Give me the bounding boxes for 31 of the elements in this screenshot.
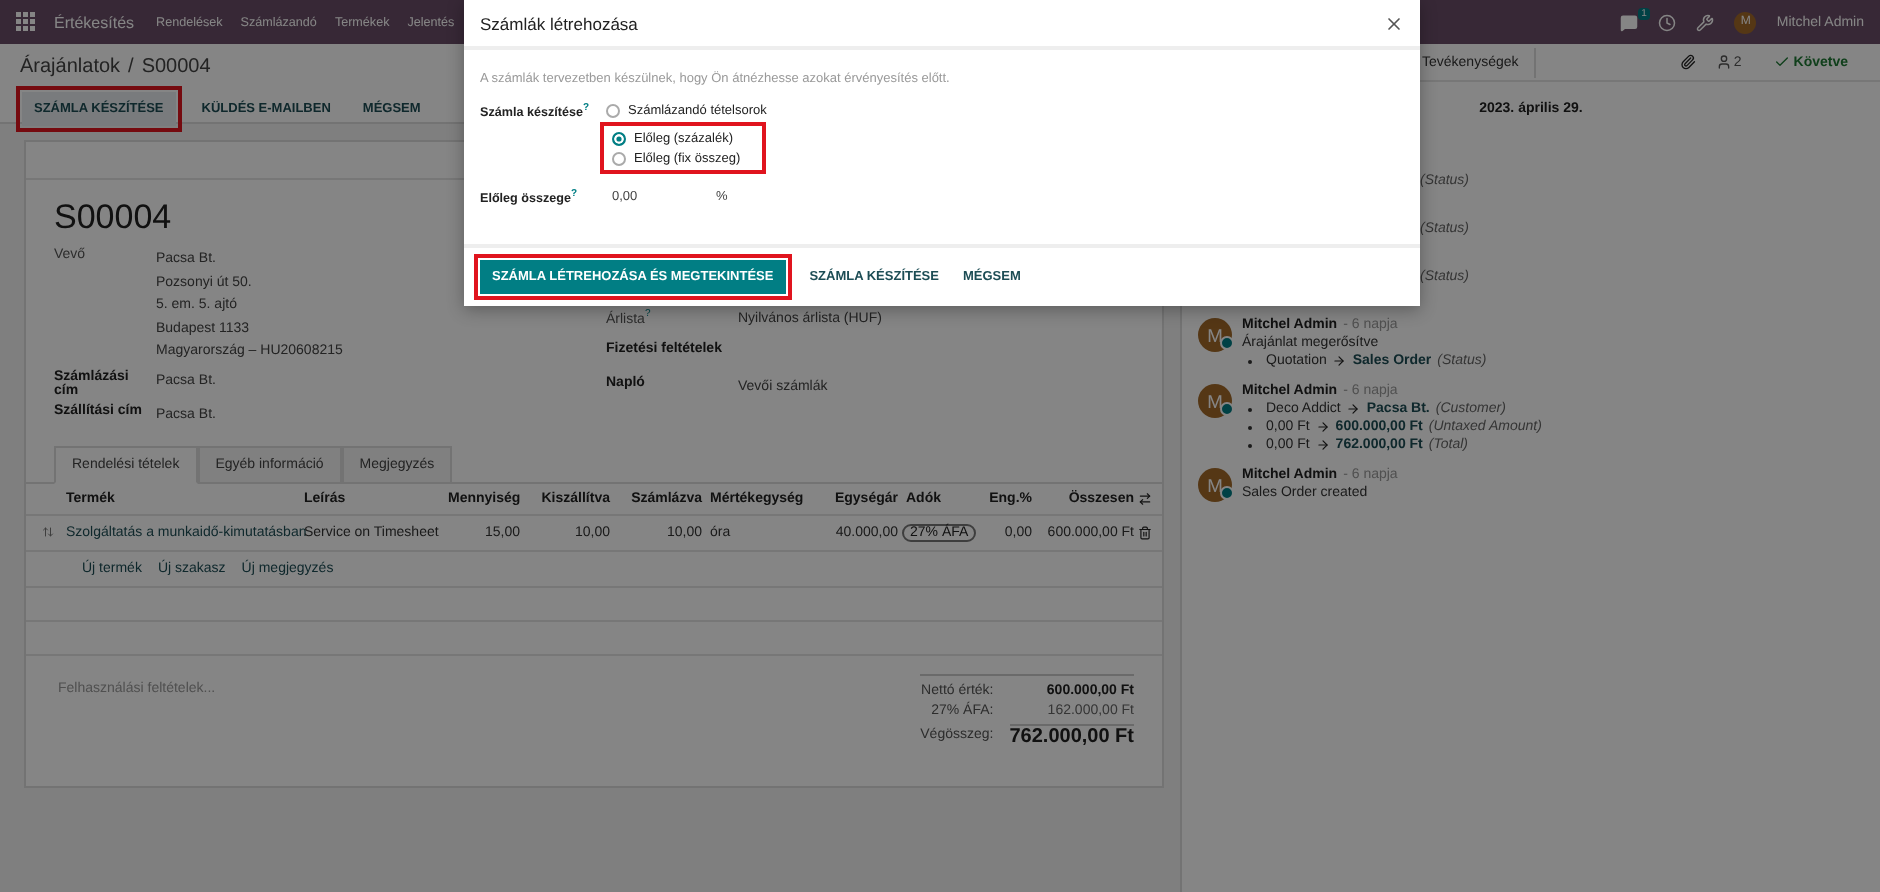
arrow-icon [1315, 438, 1330, 452]
close-icon[interactable] [1384, 13, 1404, 33]
check-icon [1773, 54, 1790, 70]
arrow-icon [1332, 354, 1347, 368]
breadcrumb-separator: / [128, 55, 134, 77]
breadcrumb-current: S00004 [141, 55, 211, 77]
delete-icon[interactable] [1138, 525, 1152, 539]
author-avatar: M [1198, 384, 1232, 418]
author-avatar: M [1198, 318, 1232, 352]
radio-button[interactable] [606, 103, 620, 117]
wrench-icon[interactable] [1696, 13, 1715, 31]
apps-menu-icon[interactable] [16, 12, 36, 32]
paperclip-icon[interactable] [1679, 54, 1696, 70]
breadcrumb-link[interactable]: Árajánlatok [20, 55, 121, 77]
online-status-icon [1220, 486, 1234, 500]
app-name[interactable]: Értékesítés [54, 13, 135, 31]
arrow-icon [1346, 402, 1361, 416]
column-settings-icon[interactable] [1138, 491, 1152, 505]
drag-handle-icon[interactable] [42, 526, 54, 538]
chat-icon[interactable] [1620, 13, 1639, 31]
clock-icon[interactable] [1658, 13, 1677, 31]
arrow-icon [1315, 420, 1330, 434]
dialog-title: Számlák létrehozása [480, 13, 638, 33]
online-status-icon [1220, 402, 1234, 416]
author-avatar: M [1198, 468, 1232, 502]
total-value: 762.000,00 Ft [1009, 723, 1134, 747]
order-title: S00004 [54, 198, 172, 240]
user-icon [1715, 54, 1732, 70]
radio-button[interactable] [612, 131, 626, 145]
radio-button[interactable] [612, 151, 626, 165]
online-status-icon [1220, 336, 1234, 350]
